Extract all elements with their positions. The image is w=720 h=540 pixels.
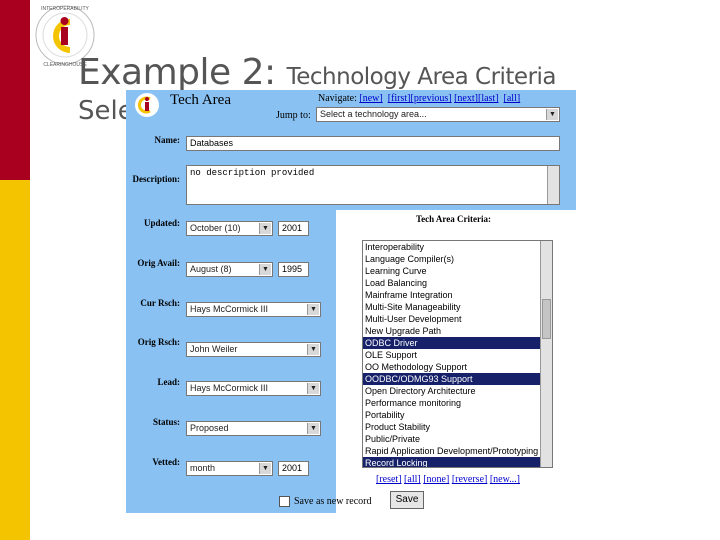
chevron-down-icon: ▼ xyxy=(307,383,319,394)
jump-to-label: Jump to: xyxy=(276,110,311,121)
lead-value: Hays McCormick III xyxy=(190,383,269,393)
criteria-option[interactable]: OODBC/ODMG93 Support xyxy=(363,373,552,385)
orig-avail-month-value: August (8) xyxy=(190,264,232,274)
criteria-scrollbar[interactable] xyxy=(540,241,552,467)
nav-first-link[interactable]: [first] xyxy=(388,93,411,104)
cur-rsch-select[interactable]: Hays McCormick III ▼ xyxy=(186,302,321,317)
chevron-down-icon: ▼ xyxy=(259,223,271,234)
criteria-none-link[interactable]: [none] xyxy=(423,474,449,485)
criteria-option[interactable]: Learning Curve xyxy=(363,265,552,277)
criteria-option[interactable]: Product Stability xyxy=(363,421,552,433)
vetted-year-input[interactable]: 2001 xyxy=(278,461,309,476)
jump-to-value: Select a technology area... xyxy=(320,109,427,119)
jump-to-select[interactable]: Select a technology area... ▼ xyxy=(316,107,560,122)
nav-next-link[interactable]: [next] xyxy=(454,93,478,104)
criteria-option[interactable]: Mainframe Integration xyxy=(363,289,552,301)
slide-title-rest: Technology Area Criteria xyxy=(286,64,557,90)
save-as-new-checkbox[interactable] xyxy=(279,496,290,508)
chevron-down-icon: ▼ xyxy=(259,264,271,275)
nav-new-link[interactable]: [new] xyxy=(359,93,382,104)
window-title: Tech Area xyxy=(170,92,231,108)
save-as-new-label: Save as new record xyxy=(294,496,372,507)
description-textarea[interactable]: no description provided xyxy=(186,165,560,205)
save-button[interactable]: Save xyxy=(390,491,424,509)
updated-label: Updated: xyxy=(143,218,180,228)
lead-label: Lead: xyxy=(157,377,181,387)
criteria-option[interactable]: Public/Private xyxy=(363,433,552,445)
criteria-scroll-thumb[interactable] xyxy=(542,299,551,339)
chevron-down-icon: ▼ xyxy=(307,344,319,355)
orig-rsch-select[interactable]: John Weiler ▼ xyxy=(186,342,321,357)
criteria-option[interactable]: Performance monitoring xyxy=(363,397,552,409)
description-scrollbar[interactable] xyxy=(547,166,559,204)
status-select[interactable]: Proposed ▼ xyxy=(186,421,321,436)
vetted-month-select[interactable]: month ▼ xyxy=(186,461,273,476)
criteria-option[interactable]: Record Locking xyxy=(363,457,552,467)
orig-avail-year-input[interactable]: 1995 xyxy=(278,262,309,277)
updated-month-value: October (10) xyxy=(190,223,241,233)
nav-previous-link[interactable]: [previous] xyxy=(410,93,451,104)
criteria-reset-link[interactable]: [reset] xyxy=(376,474,402,485)
criteria-option[interactable]: Open Directory Architecture xyxy=(363,385,552,397)
criteria-option[interactable]: Language Compiler(s) xyxy=(363,253,552,265)
orig-rsch-label: Orig Rsch: xyxy=(137,337,180,347)
chevron-down-icon: ▼ xyxy=(307,423,319,434)
criteria-option[interactable]: Multi-Site Manageability xyxy=(363,301,552,313)
lead-select[interactable]: Hays McCormick III ▼ xyxy=(186,381,321,396)
criteria-option[interactable]: Rapid Application Development/Prototypin… xyxy=(363,445,552,457)
cur-rsch-value: Hays McCormick III xyxy=(190,304,269,314)
criteria-option[interactable]: New Upgrade Path xyxy=(363,325,552,337)
name-input[interactable]: Databases xyxy=(186,136,560,151)
criteria-option[interactable]: OLE Support xyxy=(363,349,552,361)
orig-avail-month-select[interactable]: August (8) ▼ xyxy=(186,262,273,277)
orig-rsch-value: John Weiler xyxy=(190,344,238,354)
slide-red-stripe xyxy=(0,0,30,180)
criteria-option[interactable]: Load Balancing xyxy=(363,277,552,289)
updated-year-input[interactable]: 2001 xyxy=(278,221,309,236)
criteria-listbox[interactable]: Interoperability Language Compiler(s) Lear… xyxy=(362,240,553,468)
vetted-month-value: month xyxy=(190,463,216,473)
updated-month-select[interactable]: October (10) ▼ xyxy=(186,221,273,236)
save-as-new-row: Save as new record xyxy=(279,496,372,508)
record-navigation: Navigate: [new] [first][previous] [next]… xyxy=(318,93,520,104)
cur-rsch-label: Cur Rsch: xyxy=(140,298,180,308)
chevron-down-icon: ▼ xyxy=(307,304,319,315)
ic-logo-icon xyxy=(135,93,159,117)
description-value: no description provided xyxy=(190,168,315,178)
navigate-label: Navigate: xyxy=(318,93,357,104)
nav-last-link[interactable]: [last] xyxy=(478,93,499,104)
criteria-new-link[interactable]: [new...] xyxy=(490,474,520,485)
criteria-option[interactable]: Multi-User Development xyxy=(363,313,552,325)
status-label: Status: xyxy=(152,417,180,427)
name-label: Name: xyxy=(154,135,181,145)
svg-text:INTEROPERABILITY: INTEROPERABILITY xyxy=(41,6,89,12)
slide-yellow-stripe xyxy=(0,180,30,540)
tech-area-window: Tech Area Navigate: [new] [first][previo… xyxy=(126,90,576,513)
slide-title: Example 2: Technology Area Criteria xyxy=(78,52,557,93)
criteria-option[interactable]: Interoperability xyxy=(363,241,552,253)
criteria-option[interactable]: OO Methodology Support xyxy=(363,361,552,373)
chevron-down-icon: ▼ xyxy=(259,463,271,474)
criteria-option[interactable]: ODBC Driver xyxy=(363,337,552,349)
criteria-all-link[interactable]: [all] xyxy=(404,474,421,485)
status-value: Proposed xyxy=(190,423,229,433)
criteria-option[interactable]: Portability xyxy=(363,409,552,421)
vetted-label: Vetted: xyxy=(152,457,180,467)
criteria-title: Tech Area Criteria: xyxy=(416,214,491,224)
description-label: Description: xyxy=(132,174,181,184)
nav-all-link[interactable]: [all] xyxy=(504,93,521,104)
chevron-down-icon: ▼ xyxy=(546,109,558,120)
criteria-reverse-link[interactable]: [reverse] xyxy=(452,474,488,485)
criteria-items: Interoperability Language Compiler(s) Lear… xyxy=(363,241,552,467)
slide-title-main: Example 2: xyxy=(78,52,276,93)
orig-avail-label: Orig Avail: xyxy=(137,258,180,268)
criteria-actions: [reset] [all] [none] [reverse] [new...] xyxy=(376,474,520,485)
